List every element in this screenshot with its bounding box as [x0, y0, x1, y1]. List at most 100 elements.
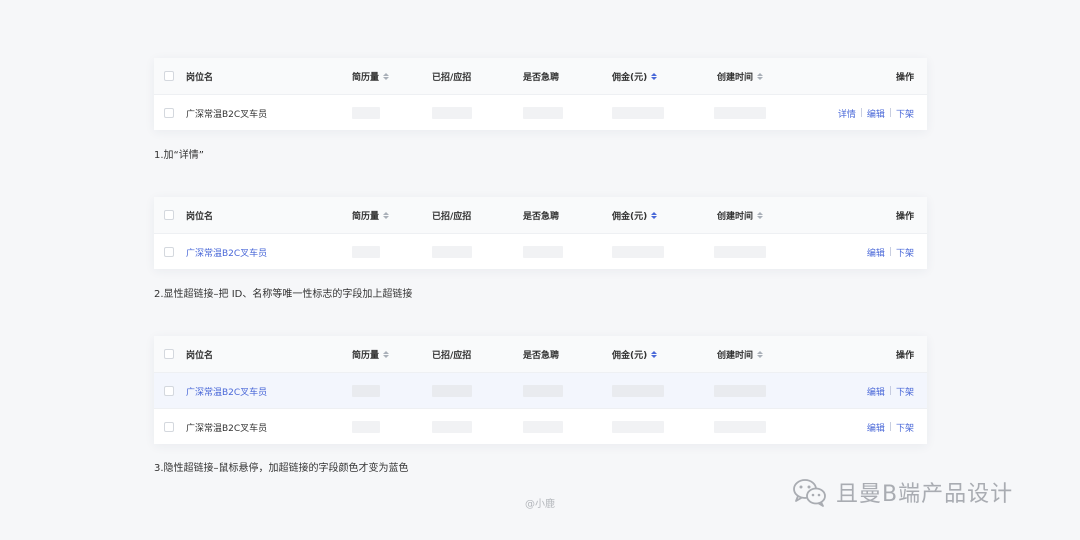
sort-icon[interactable]: [757, 72, 764, 80]
caption-1: 1.加“详情”: [154, 150, 204, 161]
column-header-commission-label: 佣金(元): [612, 211, 648, 222]
created-placeholder: [714, 409, 766, 445]
created-placeholder: [714, 373, 766, 409]
commission-placeholder: [612, 373, 664, 409]
column-header-created[interactable]: 创建时间: [717, 58, 764, 94]
caption-2: 2.显性超链接–把 ID、名称等唯一性标志的字段加上超链接: [154, 289, 413, 300]
column-header-resume[interactable]: 简历量: [352, 336, 390, 372]
sort-icon[interactable]: [383, 350, 390, 358]
row-actions: 编辑 | 下架: [867, 234, 914, 270]
row-checkbox[interactable]: [164, 95, 174, 131]
column-header-urgent: 是否急聘: [523, 72, 560, 83]
column-header-ops: 操作: [895, 211, 914, 222]
hired-placeholder: [432, 409, 472, 445]
brand-text: 且曼B端产品设计: [836, 482, 1014, 507]
offline-link[interactable]: 下架: [896, 107, 914, 120]
table-section-3: 岗位名 简历量 已招/应招 是否急聘 佣金(元) 创建时间 操作 广深常温B2C…: [154, 336, 927, 444]
job-table-2: 岗位名 简历量 已招/应招 是否急聘 佣金(元) 创建时间 操作 广深常温B2C…: [154, 197, 927, 269]
offline-link[interactable]: 下架: [896, 385, 914, 398]
column-header-created-label: 创建时间: [717, 211, 754, 222]
column-header-commission[interactable]: 佣金(元): [612, 58, 658, 94]
select-all-checkbox[interactable]: [164, 197, 174, 233]
job-name: 广深常温B2C叉车员: [186, 109, 268, 120]
row-checkbox[interactable]: [164, 409, 174, 445]
column-header-created[interactable]: 创建时间: [717, 197, 764, 233]
wechat-icon: [793, 479, 826, 507]
commission-placeholder: [612, 409, 664, 445]
job-name[interactable]: 广深常温B2C叉车员: [186, 409, 267, 445]
edit-link[interactable]: 编辑: [867, 421, 885, 434]
action-separator: |: [888, 247, 892, 257]
column-header-hired: 已招/应招: [432, 350, 472, 361]
brand-watermark: 且曼B端产品设计: [792, 476, 1013, 508]
select-all-checkbox[interactable]: [164, 336, 174, 372]
offline-link[interactable]: 下架: [896, 246, 914, 259]
urgent-placeholder: [523, 234, 563, 270]
column-header-resume[interactable]: 简历量: [352, 197, 390, 233]
hired-placeholder: [432, 234, 472, 270]
sort-icon[interactable]: [383, 72, 390, 80]
table-header-row: 岗位名 简历量 已招/应招 是否急聘 佣金(元) 创建时间 操作: [154, 336, 927, 372]
job-table-1: 岗位名 简历量 已招/应招 是否急聘 佣金(元) 创建时间 操作 广深常温B2C…: [154, 58, 927, 130]
column-header-resume[interactable]: 简历量: [352, 58, 390, 94]
hired-placeholder: [432, 95, 472, 131]
urgent-placeholder: [523, 409, 563, 445]
created-placeholder: [714, 95, 766, 131]
column-header-resume-label: 简历量: [352, 72, 380, 83]
sort-icon[interactable]: [651, 350, 658, 358]
select-all-checkbox[interactable]: [164, 58, 174, 94]
action-separator: |: [888, 422, 892, 432]
column-header-hired: 已招/应招: [432, 211, 472, 222]
column-header-created[interactable]: 创建时间: [717, 336, 764, 372]
column-header-created-label: 创建时间: [717, 72, 754, 83]
edit-link[interactable]: 编辑: [867, 246, 885, 259]
job-table-3: 岗位名 简历量 已招/应招 是否急聘 佣金(元) 创建时间 操作 广深常温B2C…: [154, 336, 927, 444]
column-header-created-label: 创建时间: [717, 350, 754, 361]
column-header-commission[interactable]: 佣金(元): [612, 336, 658, 372]
sort-icon[interactable]: [383, 211, 390, 219]
column-header-commission-label: 佣金(元): [612, 350, 648, 361]
table-row: 广深常温B2C叉车员 详情 | 编辑 | 下架: [154, 94, 927, 130]
sort-icon[interactable]: [757, 211, 764, 219]
column-header-name: 岗位名: [186, 350, 214, 361]
sort-icon[interactable]: [757, 350, 764, 358]
action-separator: |: [859, 108, 863, 118]
sort-icon[interactable]: [651, 72, 658, 80]
resume-placeholder: [352, 409, 380, 445]
edit-link[interactable]: 编辑: [867, 385, 885, 398]
detail-link[interactable]: 详情: [838, 107, 856, 120]
table-header-row: 岗位名 简历量 已招/应招 是否急聘 佣金(元) 创建时间 操作: [154, 197, 927, 233]
table-section-2: 岗位名 简历量 已招/应招 是否急聘 佣金(元) 创建时间 操作 广深常温B2C…: [154, 197, 927, 269]
commission-placeholder: [612, 234, 664, 270]
edit-link[interactable]: 编辑: [867, 107, 885, 120]
action-separator: |: [888, 386, 892, 396]
table-row: 广深常温B2C叉车员 编辑 | 下架: [154, 233, 927, 269]
column-header-commission-label: 佣金(元): [612, 72, 648, 83]
resume-placeholder: [352, 234, 380, 270]
column-header-ops: 操作: [895, 350, 914, 361]
row-checkbox[interactable]: [164, 373, 174, 409]
sort-icon[interactable]: [651, 211, 658, 219]
column-header-name: 岗位名: [186, 211, 214, 222]
commission-placeholder: [612, 95, 664, 131]
urgent-placeholder: [523, 95, 563, 131]
row-actions: 编辑 | 下架: [867, 409, 914, 445]
column-header-resume-label: 简历量: [352, 350, 380, 361]
action-separator: |: [888, 108, 892, 118]
table-section-1: 岗位名 简历量 已招/应招 是否急聘 佣金(元) 创建时间 操作 广深常温B2C…: [154, 58, 927, 130]
column-header-commission[interactable]: 佣金(元): [612, 197, 658, 233]
table-row-hovered: 广深常温B2C叉车员 编辑 | 下架: [154, 372, 927, 408]
resume-placeholder: [352, 95, 380, 131]
offline-link[interactable]: 下架: [896, 421, 914, 434]
table-row: 广深常温B2C叉车员 编辑 | 下架: [154, 408, 927, 444]
row-checkbox[interactable]: [164, 234, 174, 270]
job-name-link[interactable]: 广深常温B2C叉车员: [186, 373, 267, 409]
column-header-urgent: 是否急聘: [523, 211, 560, 222]
column-header-hired: 已招/应招: [432, 72, 472, 83]
column-header-resume-label: 简历量: [352, 211, 380, 222]
hired-placeholder: [432, 373, 472, 409]
row-actions: 编辑 | 下架: [867, 373, 914, 409]
urgent-placeholder: [523, 373, 563, 409]
job-name-link[interactable]: 广深常温B2C叉车员: [186, 234, 267, 270]
resume-placeholder: [352, 373, 380, 409]
